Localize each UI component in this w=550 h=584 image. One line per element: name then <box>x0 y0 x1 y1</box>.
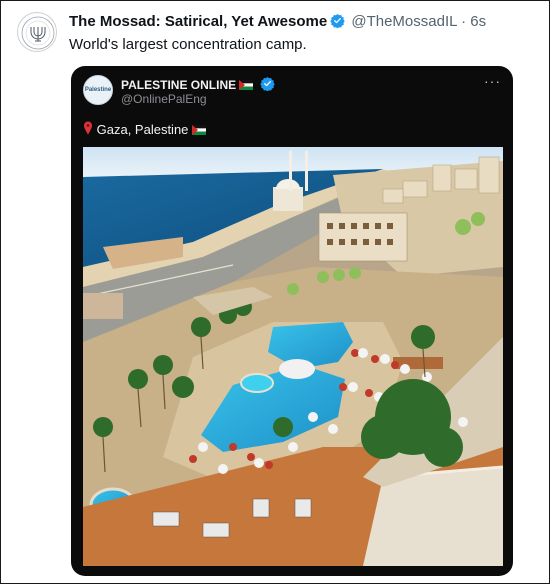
tweet-timestamp[interactable]: 6s <box>470 13 486 30</box>
quoted-tweet-card[interactable]: Palestine PALESTINE ONLINE @OnlinePalEng… <box>71 66 513 576</box>
header-separator: · <box>461 13 467 30</box>
verified-badge-icon <box>330 13 345 28</box>
tweet-header: The Mossad: Satirical, Yet Awesome @TheM… <box>69 13 486 31</box>
author-avatar[interactable] <box>17 12 57 52</box>
quoted-author-handle[interactable]: @OnlinePalEng <box>121 92 207 106</box>
gaza-coast-resort-image <box>83 147 503 566</box>
location-text: Gaza, Palestine <box>96 122 189 137</box>
quoted-author-name-row: PALESTINE ONLINE <box>121 76 277 92</box>
menorah-seal-icon <box>21 16 55 50</box>
quoted-author-name[interactable]: PALESTINE ONLINE <box>121 78 236 92</box>
author-handle[interactable]: @TheMossadIL <box>351 13 457 30</box>
quoted-tweet-text: Gaza, Palestine <box>83 121 207 137</box>
attached-photo[interactable] <box>83 147 503 566</box>
palestine-flag-icon <box>192 125 207 135</box>
quoted-avatar-text: Palestine <box>84 87 112 93</box>
author-name[interactable]: The Mossad: Satirical, Yet Awesome <box>69 13 327 30</box>
palestine-flag-icon <box>239 80 254 90</box>
tweet-text: World's largest concentration camp. <box>69 36 307 53</box>
quoted-author-avatar[interactable]: Palestine <box>83 75 113 105</box>
more-options-button[interactable]: ··· <box>484 73 501 89</box>
tweet-container: The Mossad: Satirical, Yet Awesome @TheM… <box>0 0 550 584</box>
quoted-verified-badge-icon <box>260 76 275 91</box>
location-pin-icon <box>84 121 92 135</box>
